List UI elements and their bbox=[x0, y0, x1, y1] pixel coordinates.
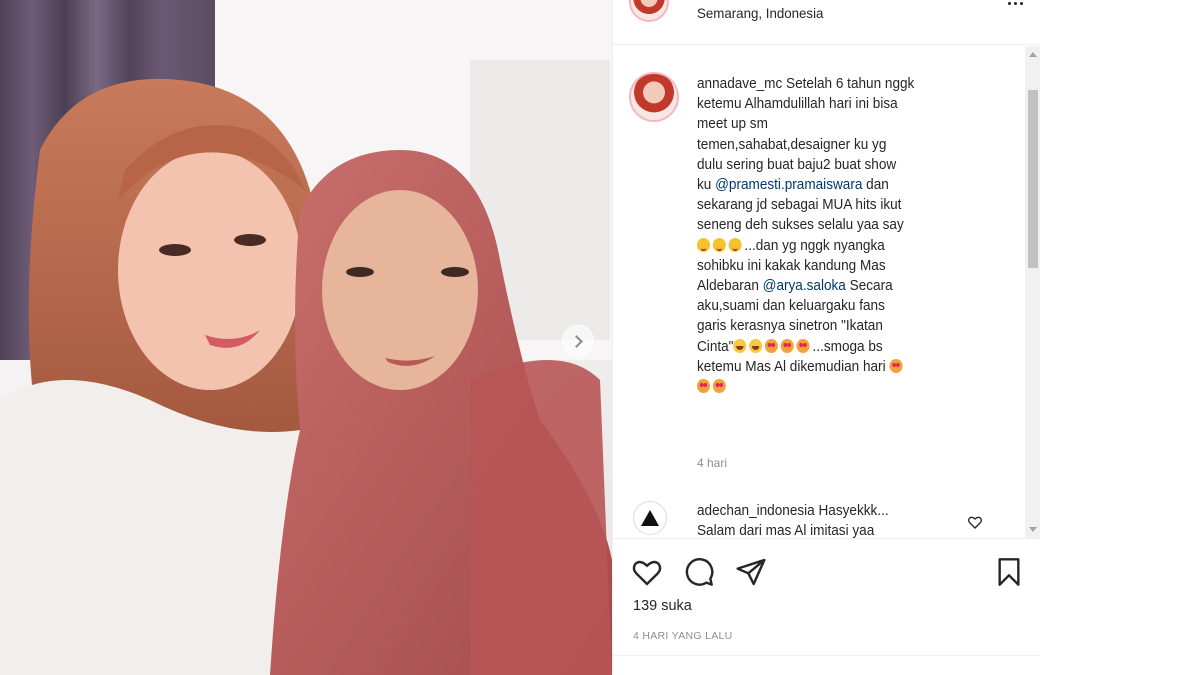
chevron-right-icon bbox=[570, 334, 583, 348]
scrollbar-thumb[interactable] bbox=[1028, 90, 1038, 268]
comments-section: annadave_mc Setelah 6 tahun nggk ketemu … bbox=[613, 46, 1025, 538]
wink-emoji-icon bbox=[697, 237, 711, 252]
mention-link[interactable]: @pramesti.pramaiswara bbox=[715, 177, 862, 193]
photo-illustration bbox=[0, 0, 612, 675]
caption-username[interactable]: annadave_mc bbox=[697, 76, 782, 92]
header-location[interactable]: Semarang, Indonesia bbox=[697, 5, 823, 21]
scroll-up-arrow-icon[interactable] bbox=[1029, 52, 1037, 57]
post-photo bbox=[0, 0, 612, 675]
page-background bbox=[1040, 0, 1200, 675]
more-options-icon[interactable] bbox=[1003, 0, 1027, 12]
carousel-next-button[interactable] bbox=[562, 325, 594, 357]
heart-icon[interactable] bbox=[631, 556, 663, 588]
caption-avatar[interactable] bbox=[629, 72, 679, 122]
caption: annadave_mc Setelah 6 tahun nggk ketemu … bbox=[697, 74, 1023, 397]
post-panel: Semarang, Indonesia annadave_mc Setelah … bbox=[612, 0, 1041, 675]
comments-scrollbar[interactable] bbox=[1025, 46, 1041, 538]
likes-count[interactable]: 139 suka bbox=[633, 598, 692, 614]
scroll-down-arrow-icon[interactable] bbox=[1029, 527, 1037, 532]
comment-icon[interactable] bbox=[683, 556, 715, 588]
laughing-emoji-icon bbox=[749, 338, 763, 353]
laughing-emoji-icon bbox=[733, 338, 747, 353]
caption-time[interactable]: 4 hari bbox=[697, 456, 727, 470]
heart-eyes-emoji-icon bbox=[712, 379, 726, 394]
wink-emoji-icon bbox=[728, 237, 742, 252]
heart-eyes-emoji-icon bbox=[780, 338, 794, 353]
heart-eyes-emoji-icon bbox=[796, 338, 810, 353]
divider bbox=[613, 44, 1041, 45]
heart-eyes-emoji-icon bbox=[765, 338, 779, 353]
wink-emoji-icon bbox=[712, 237, 726, 252]
author-avatar[interactable] bbox=[629, 0, 669, 22]
heart-eyes-emoji-icon bbox=[697, 379, 711, 394]
divider bbox=[613, 538, 1041, 539]
divider bbox=[613, 655, 1041, 656]
reply-like-heart-icon[interactable] bbox=[967, 514, 983, 530]
paper-plane-icon[interactable] bbox=[735, 556, 767, 588]
reply-comment: adechan_indonesia Hasyekkk... Salam dari… bbox=[697, 503, 889, 538]
heart-eyes-emoji-icon bbox=[889, 358, 903, 373]
post-timestamp[interactable]: 4 HARI YANG LALU bbox=[633, 630, 733, 642]
mention-link[interactable]: @arya.saloka bbox=[763, 278, 846, 294]
bookmark-icon[interactable] bbox=[993, 556, 1025, 588]
reply-username[interactable]: adechan_indonesia bbox=[697, 503, 815, 519]
reply-avatar[interactable] bbox=[633, 501, 667, 535]
